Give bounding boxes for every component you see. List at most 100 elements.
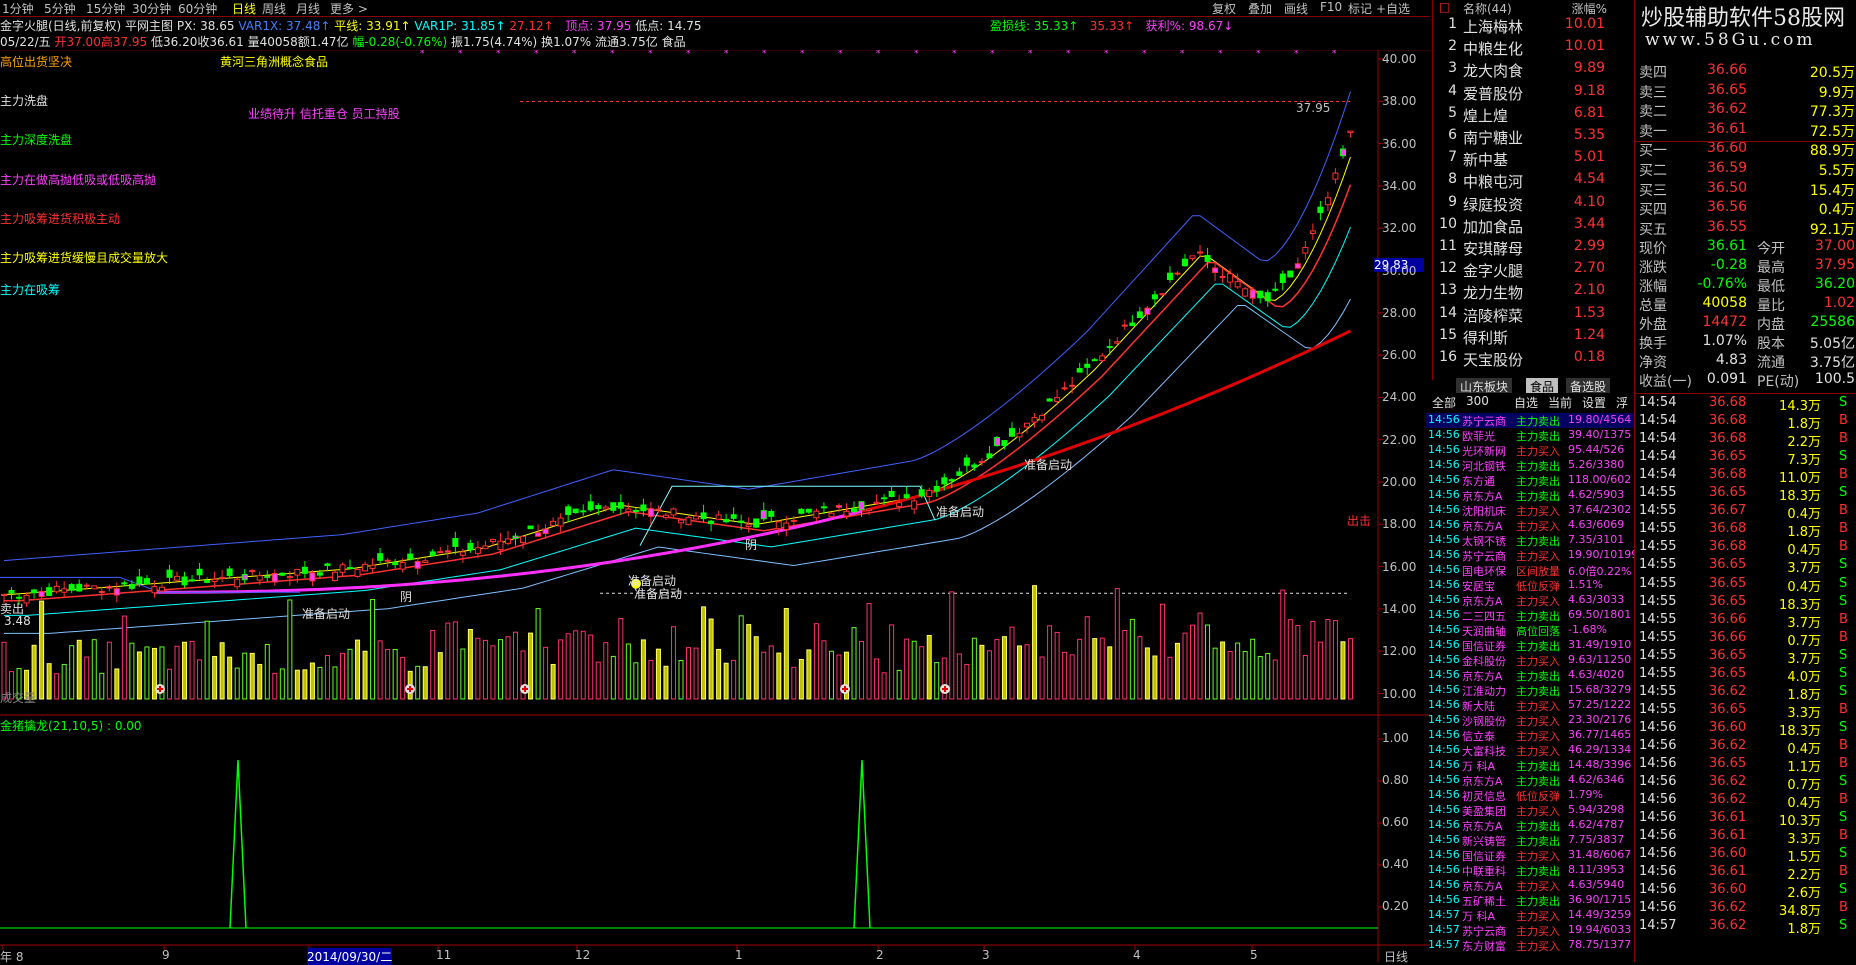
volume-bar xyxy=(136,651,142,700)
volume-bar xyxy=(625,643,631,700)
radar-row[interactable]: 14:56 京东方A 主力卖出 4.62/5903 xyxy=(1426,488,1636,503)
candle-body xyxy=(1091,359,1098,362)
toolbar-button-0[interactable]: 复权 xyxy=(1212,0,1236,17)
tick-row: 14:56 36.61 2.2万 B xyxy=(1635,864,1856,883)
stat-row: 净资 4.83 流通 3.75亿 xyxy=(1635,352,1856,371)
radar-row[interactable]: 14:56 安居宝 低位反弹 1.51% xyxy=(1426,578,1636,593)
radar-tab-1[interactable]: 300 xyxy=(1462,394,1493,409)
volume-bar xyxy=(355,639,361,700)
toolbar-button-2[interactable]: 画线 xyxy=(1284,0,1308,17)
radar-row[interactable]: 14:56 苏宁云商 主力卖出 19.80/4564 xyxy=(1426,413,1636,428)
radar-row[interactable]: 14:56 沈阳机床 主力买入 37.64/2302 xyxy=(1426,503,1636,518)
radar-row[interactable]: 14:56 金科股份 主力买入 9.63/11250 xyxy=(1426,653,1636,668)
stock-row[interactable]: 1 上海梅林 10.01 xyxy=(1433,16,1627,38)
stock-row[interactable]: 9 绿庭投资 4.10 xyxy=(1433,194,1627,216)
radar-row[interactable]: 14:56 苏宁云商 主力买入 19.90/10199 xyxy=(1426,548,1638,563)
radar-row[interactable]: 14:56 京东方A 主力卖出 4.63/4020 xyxy=(1426,668,1636,683)
radar-tab-4[interactable]: 设置 xyxy=(1578,394,1610,410)
stock-row[interactable]: 15 得利斯 1.24 xyxy=(1433,327,1627,349)
stock-row[interactable]: 2 中粮生化 10.01 xyxy=(1433,38,1627,60)
exit-mark-label: 卖出 xyxy=(0,602,25,616)
timeframe-0[interactable]: 1分钟 xyxy=(2,0,34,17)
radar-row[interactable]: 14:56 东方通 主力卖出 118.00/602 xyxy=(1426,473,1636,488)
radar-row[interactable]: 14:56 美盈集团 主力买入 5.94/3298 xyxy=(1426,803,1636,818)
radar-row[interactable]: 14:56 京东方A 主力买入 4.63/6069 xyxy=(1426,518,1636,533)
stock-row[interactable]: 5 煌上煌 6.81 xyxy=(1433,105,1627,127)
radar-action: 主力卖出 xyxy=(1516,670,1560,683)
radar-row[interactable]: 14:56 新大陆 主力买入 57.25/1222 xyxy=(1426,698,1636,713)
radar-tab-2[interactable]: 自选 xyxy=(1510,394,1542,410)
volume-bar xyxy=(565,633,571,700)
radar-row[interactable]: 14:57 苏宁云商 主力买入 19.94/6033 xyxy=(1426,923,1636,938)
stock-row[interactable]: 12 金字火腿 2.70 xyxy=(1433,260,1627,282)
radar-row[interactable]: 14:56 京东方A 主力买入 4.63/3033 xyxy=(1426,593,1636,608)
tick-price: 36.65 xyxy=(1709,575,1747,591)
volume-bar xyxy=(144,646,150,700)
stock-row[interactable]: 6 南宁糖业 5.35 xyxy=(1433,127,1627,149)
radar-row[interactable]: 14:56 国信证券 主力买入 31.48/6067 xyxy=(1426,848,1636,863)
radar-row[interactable]: 14:57 万 科A 主力买入 14.49/3259 xyxy=(1426,908,1636,923)
stat-label: 最高 xyxy=(1757,260,1785,276)
stock-row[interactable]: 4 爱普股份 9.18 xyxy=(1433,83,1627,105)
stock-row[interactable]: 7 新中基 5.01 xyxy=(1433,149,1627,171)
sector-tab-0[interactable]: 山东板块 xyxy=(1456,378,1513,394)
radar-row[interactable]: 14:56 京东方A 主力卖出 4.62/6346 xyxy=(1426,773,1636,788)
stock-rank: 4 xyxy=(1448,82,1457,99)
sector-tab-2[interactable]: 备选股 xyxy=(1566,378,1611,394)
radar-row[interactable]: 14:56 光环新网 主力买入 95.44/526 xyxy=(1426,443,1636,458)
stock-row[interactable]: 16 天宝股份 0.18 xyxy=(1433,349,1627,371)
radar-tab-5[interactable]: 浮出 xyxy=(1612,394,1636,427)
radar-row[interactable]: 14:57 东方财富 主力买入 78.75/1377 xyxy=(1426,938,1636,953)
stock-row[interactable]: 11 安琪酵母 2.99 xyxy=(1433,238,1627,260)
radar-row[interactable]: 14:56 万 科A 主力卖出 14.48/3396 xyxy=(1426,758,1636,773)
radar-row[interactable]: 14:56 信立泰 主力买入 36.77/1465 xyxy=(1426,728,1636,743)
sector-tab-1[interactable]: 食品 xyxy=(1526,378,1559,394)
radar-row[interactable]: 14:56 国信证券 主力卖出 31.49/1910 xyxy=(1426,638,1636,653)
radar-row[interactable]: 14:56 京东方A 主力买入 4.63/5940 xyxy=(1426,878,1636,893)
radar-row[interactable]: 14:56 天润曲轴 高位回落 -1.68% xyxy=(1426,623,1636,638)
timeframe-3[interactable]: 30分钟 xyxy=(132,0,171,17)
radar-row[interactable]: 14:56 江淮动力 主力卖出 15.68/3279 xyxy=(1426,683,1636,698)
timeframe-2[interactable]: 15分钟 xyxy=(86,0,125,17)
timeframe-4[interactable]: 60分钟 xyxy=(178,0,217,17)
radar-row[interactable]: 14:56 沙钢股份 主力买入 23.30/2176 xyxy=(1426,713,1636,728)
name-column-header[interactable]: 名称(44) xyxy=(1463,0,1512,17)
radar-row[interactable]: 14:56 大富科技 主力买入 46.29/1334 xyxy=(1426,743,1636,758)
timeframe-1[interactable]: 5分钟 xyxy=(44,0,76,17)
toolbar-button-3[interactable]: F10 xyxy=(1320,0,1342,14)
radar-tab-3[interactable]: 当前 xyxy=(1544,394,1576,410)
tick-time: 14:54 xyxy=(1639,395,1677,410)
stock-name: 得利斯 xyxy=(1463,328,1509,347)
volume-bar xyxy=(956,653,962,700)
radar-row[interactable]: 14:56 二三四五 主力卖出 69.50/1801 xyxy=(1426,608,1636,623)
toolbar-button-5[interactable]: +自选 xyxy=(1376,0,1410,17)
timeframe-8[interactable]: 更多 > xyxy=(330,0,368,17)
kline-chart[interactable]: * * * * * * * * * * * * * * * * * * * * * * * * * xyxy=(0,50,1430,962)
radar-action: 主力买入 xyxy=(1516,925,1560,938)
radar-row[interactable]: 14:56 五矿稀土 主力卖出 36.90/1715 xyxy=(1426,893,1636,908)
timeframe-6[interactable]: 周线 xyxy=(262,0,286,17)
stock-row[interactable]: 13 龙力生物 2.10 xyxy=(1433,282,1627,304)
radar-row[interactable]: 14:56 河北钢铁 主力卖出 5.26/3380 xyxy=(1426,458,1636,473)
timeframe-7[interactable]: 月线 xyxy=(296,0,320,17)
timeframe-5[interactable]: 日线 xyxy=(232,0,256,17)
sector-stock-list[interactable]: □ 名称(44) 涨幅% 1 上海梅林 10.01 2 中粮生化 10.01 3 龙大肉食 9.… xyxy=(1432,0,1627,380)
stock-row[interactable]: 14 涪陵榨菜 1.53 xyxy=(1433,305,1627,327)
candle-body xyxy=(1076,368,1083,373)
radar-row[interactable]: 14:56 国电环保 区间放量 6.0倍0.22% xyxy=(1426,563,1636,578)
stock-row[interactable]: 10 加加食品 3.44 xyxy=(1433,216,1627,238)
radar-row[interactable]: 14:56 欧菲光 主力卖出 39.40/1375 xyxy=(1426,428,1636,443)
toolbar-button-4[interactable]: 标记 xyxy=(1348,0,1372,17)
stock-row[interactable]: 8 中粮屯河 4.54 xyxy=(1433,171,1627,193)
radar-row[interactable]: 14:56 中联重科 主力卖出 8.11/3953 xyxy=(1426,863,1636,878)
tick-volume: 1.8万 xyxy=(1787,417,1821,433)
toolbar-button-1[interactable]: 叠加 xyxy=(1248,0,1272,17)
radar-row[interactable]: 14:56 初灵信息 低位反弹 1.79% xyxy=(1426,788,1636,803)
stock-row[interactable]: 3 龙大肉食 9.89 xyxy=(1433,60,1627,82)
radar-row[interactable]: 14:56 京东方A 主力卖出 4.62/4787 xyxy=(1426,818,1636,833)
radar-row[interactable]: 14:56 新兴铸管 主力卖出 7.75/3837 xyxy=(1426,833,1636,848)
pct-column-header[interactable]: 涨幅% xyxy=(1572,0,1607,17)
radar-row[interactable]: 14:56 太钢不锈 主力卖出 7.35/3101 xyxy=(1426,533,1636,548)
radar-tab-0[interactable]: 全部 xyxy=(1428,394,1460,410)
candle-body xyxy=(1332,172,1339,180)
